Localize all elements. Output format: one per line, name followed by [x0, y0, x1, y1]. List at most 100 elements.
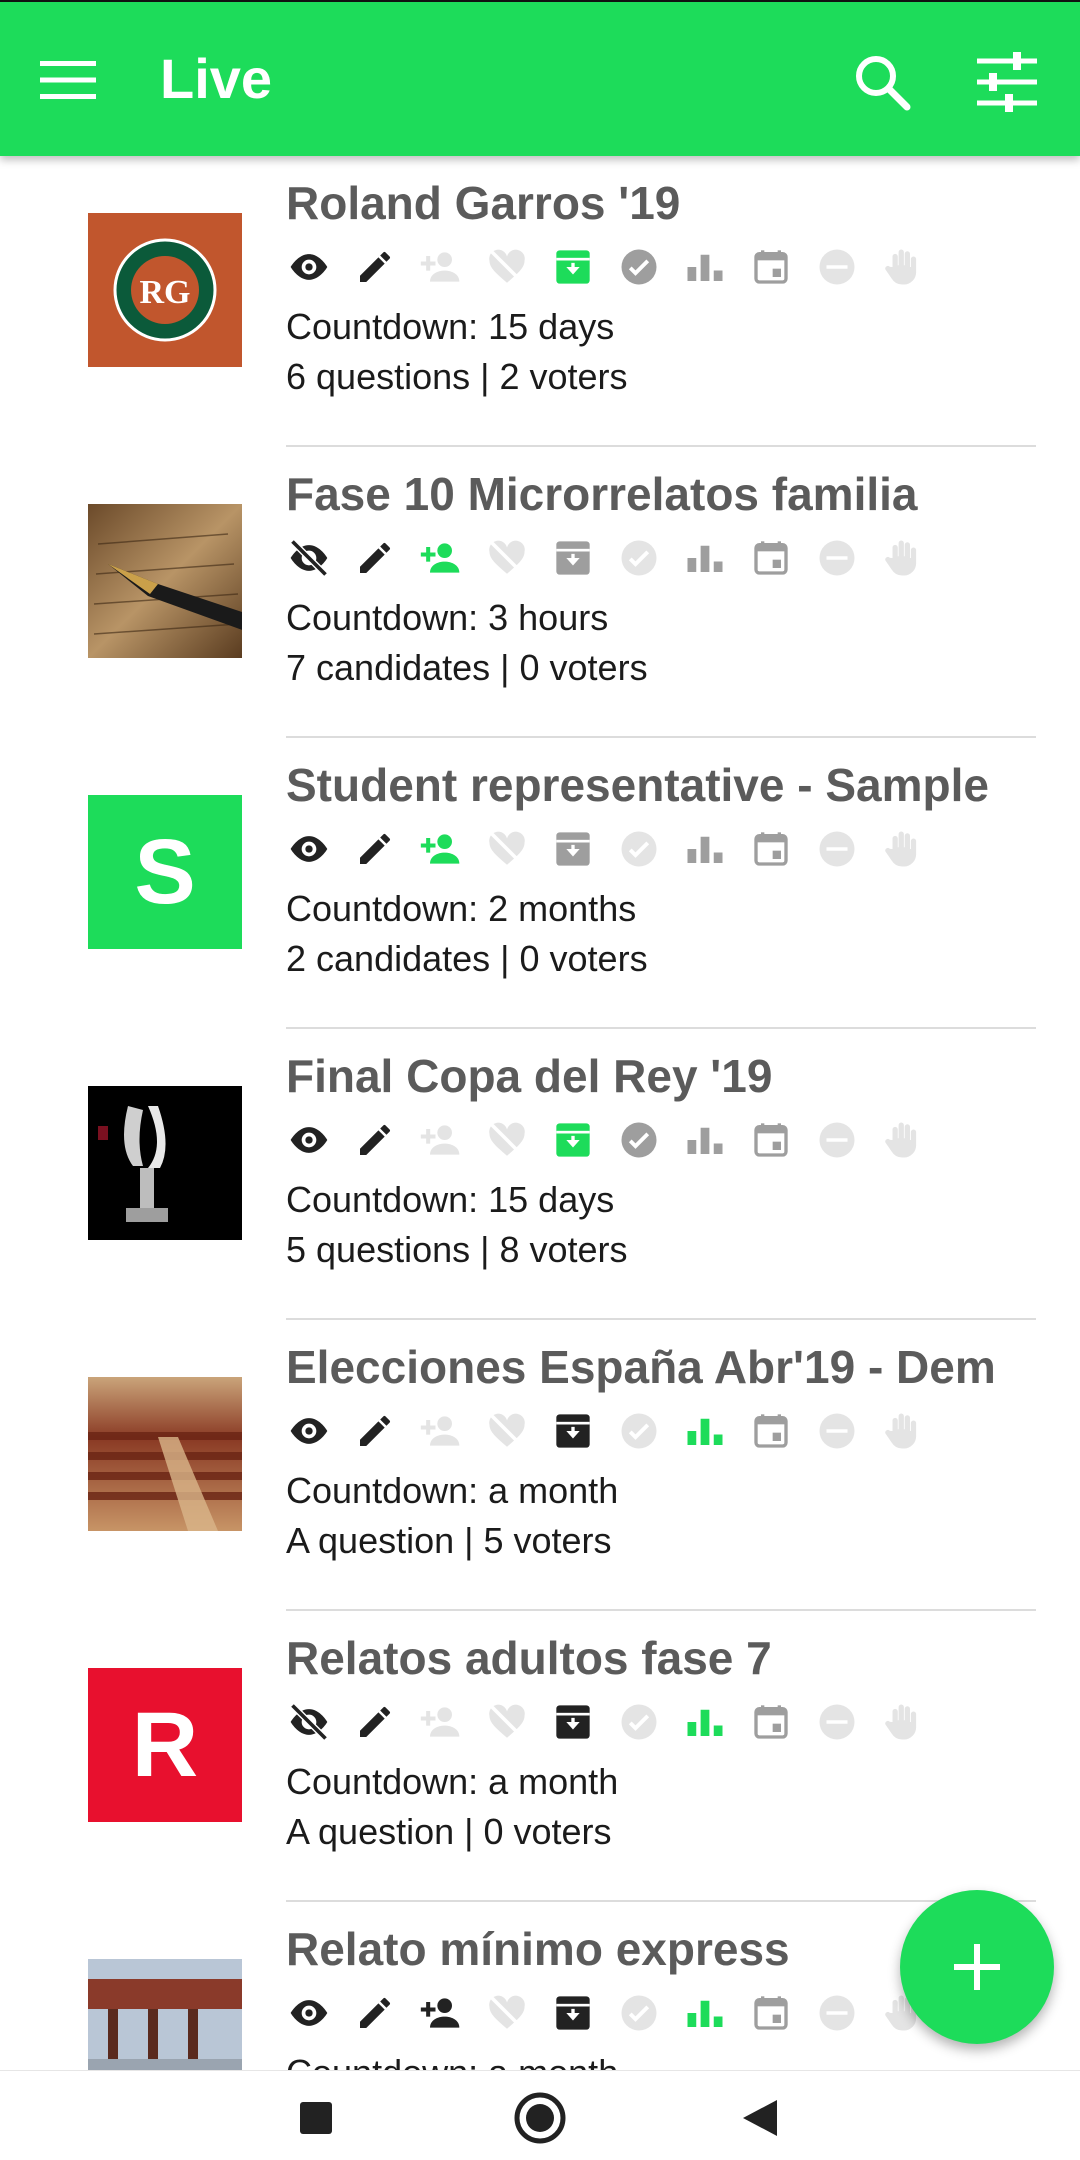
minus-circle-icon — [814, 1699, 860, 1745]
back-button[interactable] — [725, 2083, 795, 2153]
minus-circle-icon — [814, 535, 860, 581]
menu-icon — [40, 61, 96, 99]
list-item[interactable]: S Student representative - Sample Countd… — [0, 738, 1080, 1029]
minus-circle-icon — [814, 826, 860, 872]
list-item[interactable]: Elecciones España Abr'19 - Dem Countdown… — [0, 1320, 1080, 1611]
countdown-text: Countdown: 2 months — [286, 888, 637, 929]
item-title: Student representative - Sample — [286, 759, 989, 811]
list-item[interactable]: Final Copa del Rey '19 Countdown: 15 day… — [0, 1029, 1080, 1320]
heart-icon — [484, 1117, 530, 1163]
minus-circle-icon — [814, 1117, 860, 1163]
visibility-icon — [286, 826, 332, 872]
edit-icon — [352, 1408, 398, 1454]
hand-icon — [880, 244, 926, 290]
archive-icon — [550, 1699, 596, 1745]
bar-chart-icon — [682, 1408, 728, 1454]
item-title: Relato mínimo express — [286, 1923, 790, 1975]
edit-icon — [352, 1990, 398, 2036]
calendar-icon — [748, 535, 794, 581]
heart-icon — [484, 1990, 530, 2036]
stats-text: 6 questions | 2 voters — [286, 356, 628, 397]
hand-icon — [880, 1699, 926, 1745]
recents-button[interactable] — [281, 2083, 351, 2153]
heart-icon — [484, 1408, 530, 1454]
svg-text:RG: RG — [140, 274, 191, 311]
menu-button[interactable] — [30, 42, 106, 118]
search-button[interactable] — [842, 42, 922, 122]
stats-text: 2 candidates | 0 voters — [286, 938, 648, 979]
back-triangle-icon — [743, 2100, 777, 2136]
countdown-text: Countdown: 3 hours — [286, 597, 609, 638]
roland-garros-thumbnail: RG — [88, 213, 242, 367]
search-icon — [856, 56, 911, 111]
archive-icon — [550, 826, 596, 872]
item-title: Roland Garros '19 — [286, 177, 681, 229]
voting-list: RG Roland Garros '19 Countdown: 15 days … — [0, 156, 1080, 2070]
home-circle-icon — [514, 2092, 566, 2144]
list-item[interactable]: RG Roland Garros '19 Countdown: 15 days … — [0, 156, 1080, 447]
calendar-icon — [748, 826, 794, 872]
person-add-icon — [418, 535, 464, 581]
countdown-text: Countdown: a month — [286, 1761, 619, 1802]
list-item[interactable]: R Relatos adultos fase 7 Countdown: a mo… — [0, 1611, 1080, 1902]
system-nav-bar — [0, 2070, 1080, 2160]
edit-icon — [352, 244, 398, 290]
letter-avatar: R — [88, 1668, 242, 1822]
archive-icon — [550, 244, 596, 290]
avatar-letter: S — [134, 820, 196, 923]
check-circle-icon — [616, 535, 662, 581]
bar-chart-icon — [682, 826, 728, 872]
edit-icon — [352, 535, 398, 581]
edit-icon — [352, 1699, 398, 1745]
visibility-icon — [286, 1699, 332, 1745]
plus-icon — [954, 1944, 1000, 1990]
trophy-thumbnail — [88, 1086, 242, 1240]
person-add-icon — [418, 1990, 464, 2036]
person-add-icon — [418, 826, 464, 872]
person-add-icon — [418, 244, 464, 290]
page-title: Live — [160, 47, 273, 110]
countdown-text: Countdown: 15 days — [286, 306, 615, 347]
archive-icon — [550, 535, 596, 581]
archive-icon — [550, 1117, 596, 1163]
filter-button[interactable] — [964, 42, 1050, 122]
countdown-text: Countdown: 15 days — [286, 1179, 615, 1220]
home-button[interactable] — [505, 2083, 575, 2153]
calendar-icon — [748, 1408, 794, 1454]
avatar-letter: R — [131, 1693, 199, 1796]
check-circle-icon — [616, 1699, 662, 1745]
item-title: Final Copa del Rey '19 — [286, 1050, 773, 1102]
countdown-text: Countdown: a month — [286, 2052, 618, 2070]
heart-icon — [484, 535, 530, 581]
stats-text: A question | 0 voters — [286, 1811, 612, 1852]
archive-icon — [550, 1990, 596, 2036]
calendar-icon — [748, 1117, 794, 1163]
item-title: Elecciones España Abr'19 - Dem — [286, 1341, 994, 1393]
edit-icon — [352, 1117, 398, 1163]
check-circle-icon — [616, 1990, 662, 2036]
item-title: Relatos adultos fase 7 — [286, 1632, 772, 1684]
parliament-thumbnail — [88, 1377, 242, 1531]
visibility-icon — [286, 1117, 332, 1163]
visibility-icon — [286, 1990, 332, 2036]
calendar-icon — [748, 1990, 794, 2036]
list-item[interactable]: Fase 10 Microrrelatos familia Countdown:… — [0, 447, 1080, 738]
stats-text: 7 candidates | 0 voters — [286, 647, 648, 688]
recents-square-icon — [300, 2102, 332, 2134]
hand-icon — [880, 1408, 926, 1454]
hand-icon — [880, 535, 926, 581]
minus-circle-icon — [814, 1990, 860, 2036]
visibility-icon — [286, 1408, 332, 1454]
bar-chart-icon — [682, 535, 728, 581]
tune-icon — [977, 52, 1037, 112]
person-add-icon — [418, 1699, 464, 1745]
add-button[interactable] — [900, 1890, 1054, 2044]
person-add-icon — [418, 1117, 464, 1163]
check-circle-icon — [616, 244, 662, 290]
bar-chart-icon — [682, 1117, 728, 1163]
check-circle-icon — [616, 1117, 662, 1163]
hand-icon — [880, 1117, 926, 1163]
heart-icon — [484, 1699, 530, 1745]
fountain-pen-thumbnail — [88, 504, 242, 658]
minus-circle-icon — [814, 244, 860, 290]
